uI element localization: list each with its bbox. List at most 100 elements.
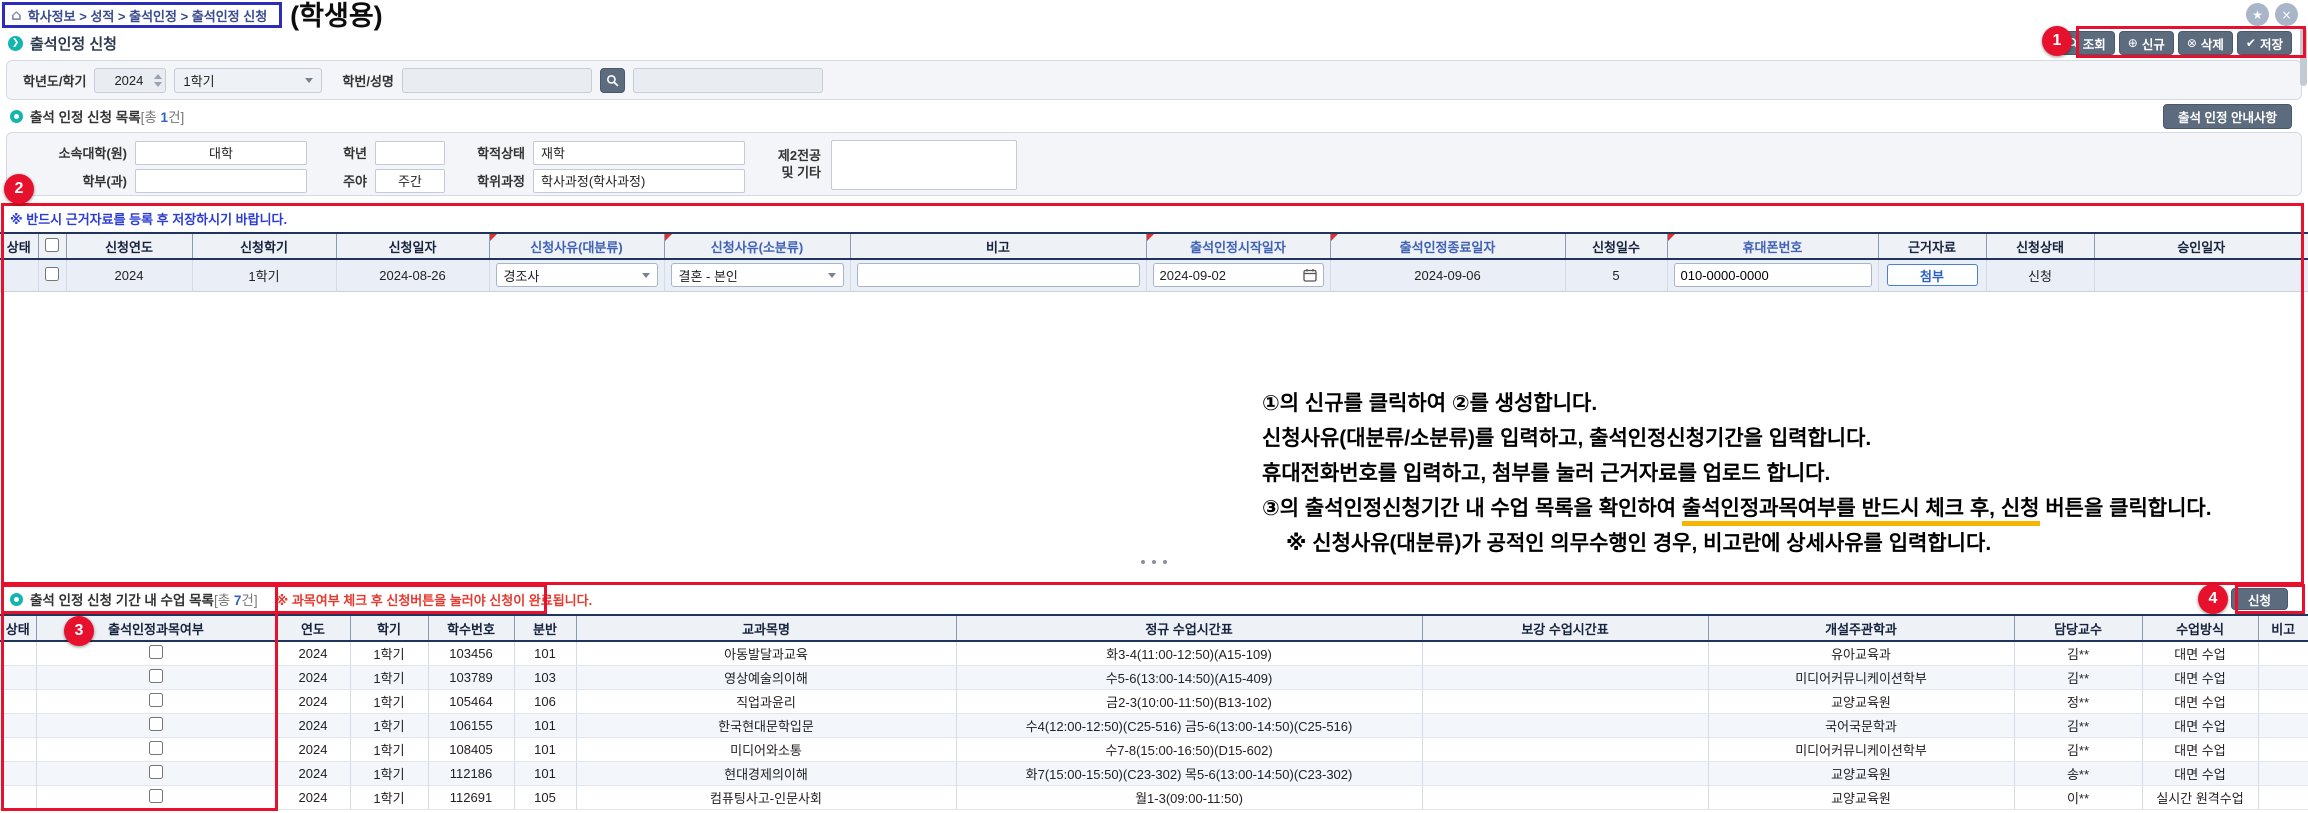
course-row: 2024 1학기 106155 101 한국현대문학입문 수4(12:00-12…: [0, 713, 2308, 737]
breadcrumb[interactable]: ⌂ 학사정보 > 성적 > 출석인정 > 출석인정 신청: [2, 2, 282, 28]
cell-year: 2024: [276, 665, 350, 689]
cell-note: [2258, 761, 2308, 785]
cell-professor: 김**: [2014, 665, 2142, 689]
second-major-field: [831, 140, 1017, 190]
course-row: 2024 1학기 108405 101 미디어와소통 수7-8(15:00-16…: [0, 737, 2308, 761]
cell-schedule: 화3-4(11:00-12:50)(A15-109): [956, 641, 1422, 665]
note-input[interactable]: [857, 263, 1140, 287]
cell-status: [0, 641, 36, 665]
course-checkbox[interactable]: [149, 717, 163, 731]
semester-select[interactable]: 1학기: [174, 68, 322, 93]
instruction-underlined: 출석인정과목여부를 반드시 체크 후, 신청: [1682, 497, 2040, 526]
cell-apply-date: 2024-08-26: [336, 259, 489, 291]
cell-reason-minor: 결혼 - 본인: [664, 259, 850, 291]
cell-method: 대면 수업: [2142, 689, 2258, 713]
col-status: 상태: [0, 615, 36, 641]
splitter-handle[interactable]: [0, 560, 2308, 564]
cell-professor: 정**: [2014, 689, 2142, 713]
cell-class-no: 101: [514, 761, 576, 785]
year-stepper[interactable]: 2024: [94, 68, 166, 93]
cell-course-no: 105464: [428, 689, 514, 713]
student-id-input[interactable]: [402, 68, 592, 93]
cell-professor: 이**: [2014, 785, 2142, 809]
dept-label: 학부(과): [17, 171, 127, 190]
cell-year: 2024: [276, 713, 350, 737]
second-major-group: 제2전공 및 기타: [763, 140, 1017, 190]
cell-semester: 1학기: [350, 713, 428, 737]
cell-attendance-check: [36, 713, 276, 737]
cell-professor: 김**: [2014, 737, 2142, 761]
cell-method: 대면 수업: [2142, 713, 2258, 737]
instruction-text: ①의 신규를 클릭하여 ②를 생성합니다. 신청사유(대분류/소분류)를 입력하…: [1262, 386, 2212, 561]
plus-circle-icon: ⊕: [2128, 36, 2138, 50]
phone-input[interactable]: [1674, 263, 1872, 287]
col-note: 비고: [2258, 615, 2308, 641]
instruction-line-5: ※ 신청사유(대분류)가 공적인 의무수행인 경우, 비고란에 상세사유를 입력…: [1262, 526, 2212, 561]
course-checkbox[interactable]: [149, 765, 163, 779]
row-checkbox[interactable]: [45, 267, 59, 281]
reason-major-select[interactable]: 경조사: [496, 263, 658, 287]
cell-semester: 1학기: [350, 665, 428, 689]
top-bar: ⌂ 학사정보 > 성적 > 출석인정 > 출석인정 신청 (학생용) ★ ×: [0, 0, 2308, 28]
col-dept: 개설주관학과: [1708, 615, 2014, 641]
apply-list-header: 출석 인정 신청 목록[총 1건] 출석 인정 안내사항: [0, 100, 2308, 132]
cell-status: [0, 737, 36, 761]
instruction-line-4: ③의 출석인정신청기간 내 수업 목록을 확인하여 출석인정과목여부를 반드시 …: [1262, 491, 2212, 526]
search-button[interactable]: 조회: [2058, 31, 2115, 55]
year-value: 2024: [103, 73, 154, 88]
cell-start-date: 2024-09-02: [1146, 259, 1330, 291]
cell-makeup-schedule: [1422, 641, 1708, 665]
cell-makeup-schedule: [1422, 737, 1708, 761]
stepper-arrows-icon[interactable]: [154, 74, 162, 87]
new-button[interactable]: ⊕ 신규: [2119, 31, 2174, 55]
attendance-guide-button[interactable]: 출석 인정 안내사항: [2163, 104, 2292, 129]
chevron-down-icon: [642, 273, 650, 278]
close-icon[interactable]: ×: [2275, 3, 2298, 26]
cell-semester: 1학기: [192, 259, 336, 291]
course-checkbox[interactable]: [149, 693, 163, 707]
vertical-scrollbar-thumb[interactable]: [2300, 28, 2307, 86]
cell-status: [0, 259, 38, 291]
cell-year: 2024: [276, 737, 350, 761]
cell-year: 2024: [66, 259, 192, 291]
search-icon: [606, 74, 619, 87]
course-section-header: 출석 인정 신청 기간 내 수업 목록[총 7건] ※ 과목여부 체크 후 신청…: [0, 584, 2308, 614]
student-name-input[interactable]: [633, 68, 823, 93]
search-button-label: 조회: [2083, 34, 2106, 53]
cell-status: [0, 761, 36, 785]
cell-schedule: 화7(15:00-15:50)(C23-302) 목5-6(13:00-14:5…: [956, 761, 1422, 785]
cell-attendance-check: [36, 761, 276, 785]
grade-label: 학년: [307, 143, 367, 162]
apply-table-header-row: 상태 신청연도 신청학기 신청일자 신청사유(대분류) 신청사유(소분류) 비고…: [0, 233, 2308, 259]
cell-professor: 김**: [2014, 641, 2142, 665]
course-table-header-row: 상태 출석인정과목여부 연도 학기 학수번호 분반 교과목명 정규 수업시간표 …: [0, 615, 2308, 641]
cell-course-name: 현대경제의이해: [576, 761, 956, 785]
cell-makeup-schedule: [1422, 689, 1708, 713]
cell-method: 대면 수업: [2142, 641, 2258, 665]
reason-minor-select[interactable]: 결혼 - 본인: [671, 263, 844, 287]
cell-course-no: 112691: [428, 785, 514, 809]
course-table: 상태 출석인정과목여부 연도 학기 학수번호 분반 교과목명 정규 수업시간표 …: [0, 614, 2308, 810]
course-checkbox[interactable]: [149, 741, 163, 755]
favorite-star-icon[interactable]: ★: [2246, 3, 2269, 26]
apply-button[interactable]: 신청: [2231, 588, 2288, 610]
delete-button[interactable]: ⊗ 삭제: [2178, 31, 2233, 55]
college-field: [135, 141, 307, 165]
grade-field: [375, 141, 445, 165]
course-checkbox[interactable]: [149, 645, 163, 659]
course-checkbox[interactable]: [149, 669, 163, 683]
student-search-button[interactable]: [600, 68, 625, 93]
cell-status: [0, 713, 36, 737]
instruction-line-2: 신청사유(대분류/소분류)를 입력하고, 출석인정신청기간을 입력합니다.: [1262, 421, 2212, 456]
cell-evidence: 첨부: [1878, 259, 1986, 291]
attach-button[interactable]: 첨부: [1887, 264, 1978, 286]
select-all-checkbox[interactable]: [45, 238, 59, 252]
apply-grid: ※ 반드시 근거자료를 등록 후 저장하시기 바랍니다. 상태 신청연도 신청학…: [0, 204, 2308, 584]
save-button[interactable]: ✔ 저장: [2237, 31, 2292, 55]
course-checkbox[interactable]: [149, 789, 163, 803]
apply-list-count: 1: [161, 110, 169, 125]
start-date-input[interactable]: 2024-09-02: [1153, 263, 1324, 287]
cell-course-no: 108405: [428, 737, 514, 761]
page-title-suffix: (학생용): [290, 2, 383, 30]
course-notice: ※ 과목여부 체크 후 신청버튼을 눌러야 신청이 완료됩니다.: [276, 590, 593, 609]
